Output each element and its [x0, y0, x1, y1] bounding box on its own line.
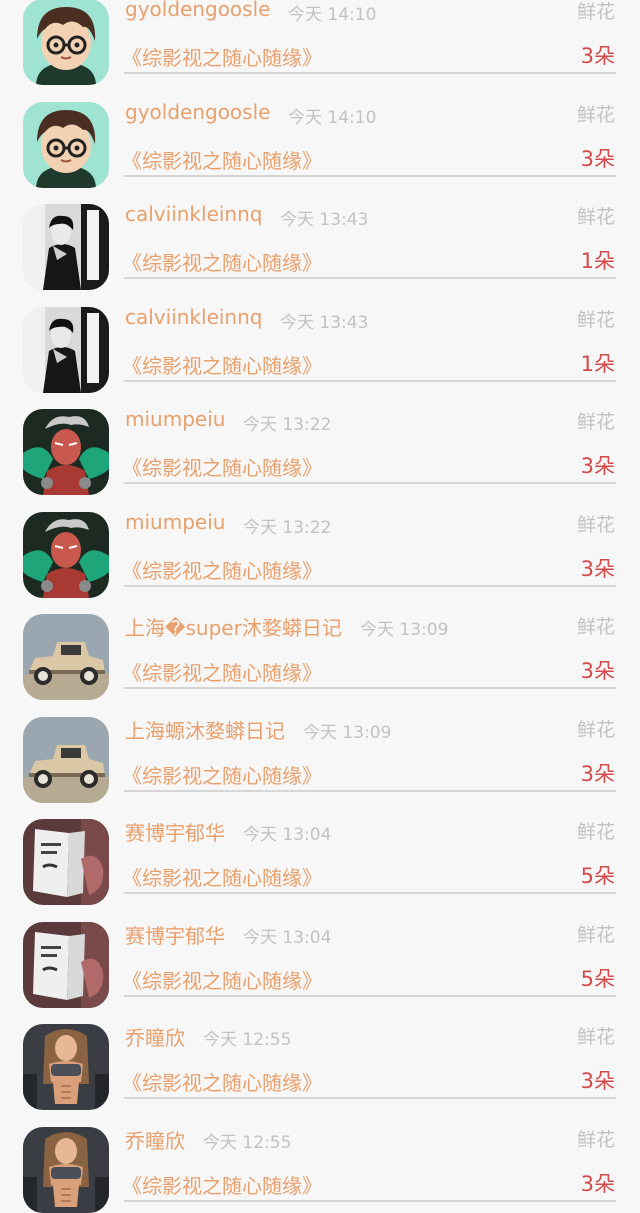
avatar[interactable] [23, 614, 109, 700]
gift-type: 鲜花 [577, 202, 615, 229]
list-item[interactable]: 上海�super沐婺蟒日记今天 13:09 鲜花《综影视之随心随缘》 3朵 [0, 598, 640, 701]
divider [124, 687, 616, 689]
gift-count: 1朵 [581, 348, 615, 378]
gift-count: 5朵 [581, 963, 615, 993]
user-name[interactable]: 上海螈沐婺蟒日记 [125, 715, 285, 744]
list-item[interactable]: 赛博宇郁华今天 13:04 鲜花《综影视之随心随缘》 5朵 [0, 803, 640, 906]
user-name[interactable]: gyoldengoosle [125, 0, 270, 21]
user-name[interactable]: gyoldengoosle [125, 100, 270, 124]
gift-count: 3朵 [581, 655, 615, 685]
book-title[interactable]: 《综影视之随心随缘》 [122, 862, 322, 891]
timestamp: 今天 13:09 [360, 615, 448, 640]
user-name[interactable]: 赛博宇郁华 [125, 817, 225, 846]
user-name[interactable]: 乔瞳欣 [125, 1125, 185, 1154]
gift-type: 鲜花 [577, 510, 615, 537]
divider [124, 585, 616, 587]
gift-count: 3朵 [581, 450, 615, 480]
gift-count: 3朵 [581, 1065, 615, 1095]
gift-type: 鲜花 [577, 1125, 615, 1152]
divider [124, 790, 616, 792]
gift-type: 鲜花 [577, 920, 615, 947]
gift-type: 鲜花 [577, 817, 615, 844]
timestamp: 今天 12:55 [203, 1128, 291, 1153]
list-item[interactable]: 赛博宇郁华今天 13:04 鲜花《综影视之随心随缘》 5朵 [0, 906, 640, 1009]
list-item[interactable]: miumpeiu 今天 13:22 鲜花《综影视之随心随缘》 3朵 [0, 496, 640, 599]
timestamp: 今天 12:55 [203, 1025, 291, 1050]
book-title[interactable]: 《综影视之随心随缘》 [122, 1170, 322, 1199]
list-item[interactable]: 乔瞳欣今天 12:55 鲜花《综影视之随心随缘》 3朵 [0, 1008, 640, 1111]
book-title[interactable]: 《综影视之随心随缘》 [122, 42, 322, 71]
divider [124, 1097, 616, 1099]
divider [124, 1200, 616, 1202]
divider [124, 277, 616, 279]
gift-type: 鲜花 [577, 1022, 615, 1049]
book-title[interactable]: 《综影视之随心随缘》 [122, 657, 322, 686]
user-name[interactable]: 乔瞳欣 [125, 1022, 185, 1051]
gift-count: 5朵 [581, 860, 615, 890]
timestamp: 今天 13:04 [243, 820, 331, 845]
book-title[interactable]: 《综影视之随心随缘》 [122, 350, 322, 379]
gift-type: 鲜花 [577, 100, 615, 127]
gift-count: 3朵 [581, 40, 615, 70]
gift-count: 1朵 [581, 245, 615, 275]
timestamp: 今天 14:10 [288, 0, 376, 25]
timestamp: 今天 13:09 [303, 718, 391, 743]
list-item[interactable]: 上海螈沐婺蟒日记今天 13:09 鲜花《综影视之随心随缘》 3朵 [0, 701, 640, 804]
avatar[interactable] [23, 512, 109, 598]
divider [124, 892, 616, 894]
gift-type: 鲜花 [577, 305, 615, 332]
book-title[interactable]: 《综影视之随心随缘》 [122, 145, 322, 174]
user-name[interactable]: 赛博宇郁华 [125, 920, 225, 949]
user-name[interactable]: calviinkleinnq [125, 202, 262, 226]
avatar[interactable] [23, 204, 109, 290]
divider [124, 482, 616, 484]
gift-count: 3朵 [581, 1168, 615, 1198]
book-title[interactable]: 《综影视之随心随缘》 [122, 1067, 322, 1096]
timestamp: 今天 13:22 [243, 410, 331, 435]
timestamp: 今天 13:43 [280, 205, 368, 230]
list-item[interactable]: gyoldengoosle 今天 14:10 鲜花《综影视之随心随缘》 3朵 [0, 0, 640, 86]
book-title[interactable]: 《综影视之随心随缘》 [122, 760, 322, 789]
divider [124, 380, 616, 382]
divider [124, 72, 616, 74]
timestamp: 今天 14:10 [288, 103, 376, 128]
gift-type: 鲜花 [577, 612, 615, 639]
list-item[interactable]: gyoldengoosle 今天 14:10 鲜花《综影视之随心随缘》 3朵 [0, 86, 640, 189]
book-title[interactable]: 《综影视之随心随缘》 [122, 965, 322, 994]
avatar[interactable] [23, 102, 109, 188]
gift-count: 3朵 [581, 143, 615, 173]
book-title[interactable]: 《综影视之随心随缘》 [122, 555, 322, 584]
user-name[interactable]: calviinkleinnq [125, 305, 262, 329]
gift-count: 3朵 [581, 553, 615, 583]
list-item[interactable]: calviinkleinnq 今天 13:43 鲜花《综影视之随心随缘》 1朵 [0, 188, 640, 291]
user-name[interactable]: miumpeiu [125, 407, 225, 431]
gift-type: 鲜花 [577, 0, 615, 24]
list-item[interactable]: calviinkleinnq 今天 13:43 鲜花《综影视之随心随缘》 1朵 [0, 291, 640, 394]
list-item[interactable]: 乔瞳欣今天 12:55 鲜花《综影视之随心随缘》 3朵 [0, 1111, 640, 1213]
avatar[interactable] [23, 307, 109, 393]
gift-count: 3朵 [581, 758, 615, 788]
avatar[interactable] [23, 922, 109, 1008]
gift-type: 鲜花 [577, 407, 615, 434]
divider [124, 995, 616, 997]
timestamp: 今天 13:43 [280, 308, 368, 333]
list-item[interactable]: miumpeiu 今天 13:22 鲜花《综影视之随心随缘》 3朵 [0, 393, 640, 496]
timestamp: 今天 13:04 [243, 923, 331, 948]
divider [124, 175, 616, 177]
user-name[interactable]: miumpeiu [125, 510, 225, 534]
avatar[interactable] [23, 409, 109, 495]
book-title[interactable]: 《综影视之随心随缘》 [122, 247, 322, 276]
book-title[interactable]: 《综影视之随心随缘》 [122, 452, 322, 481]
timestamp: 今天 13:22 [243, 513, 331, 538]
gift-type: 鲜花 [577, 715, 615, 742]
avatar[interactable] [23, 717, 109, 803]
avatar[interactable] [23, 1127, 109, 1213]
avatar[interactable] [23, 1024, 109, 1110]
avatar[interactable] [23, 0, 109, 85]
gift-record-list: gyoldengoosle今天 14:10鲜花《综影视之随心随缘》3朵gyold… [0, 0, 640, 1213]
user-name[interactable]: 上海�super沐婺蟒日记 [125, 612, 342, 641]
avatar[interactable] [23, 819, 109, 905]
